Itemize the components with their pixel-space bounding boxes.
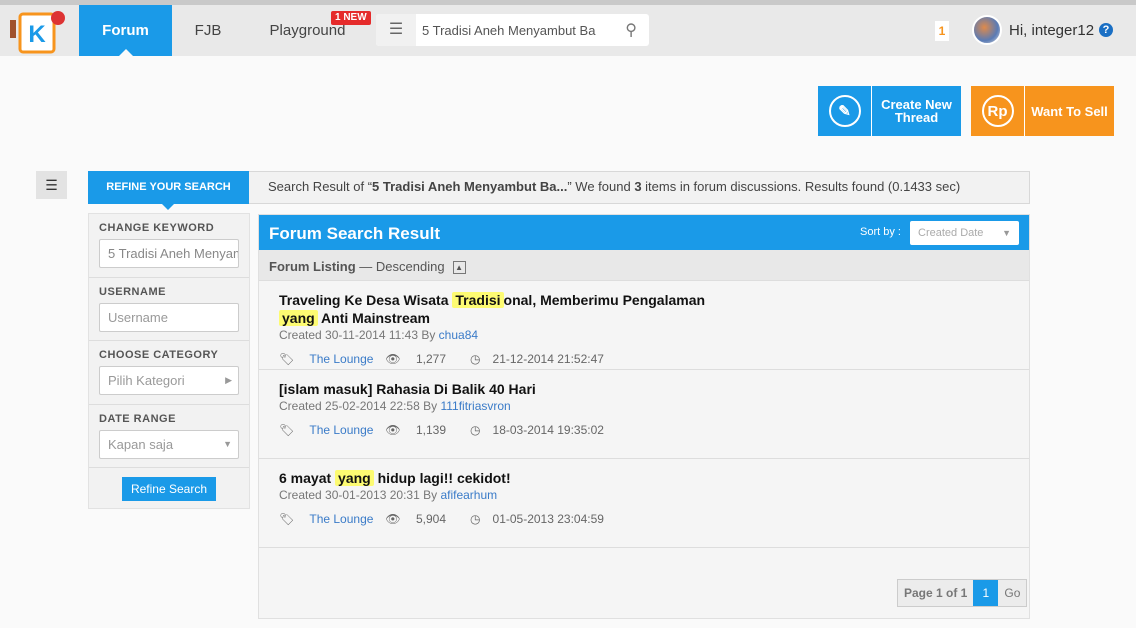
category-link[interactable]: The Lounge	[309, 512, 373, 526]
results-title: Forum Search Result	[269, 224, 440, 243]
category-link[interactable]: The Lounge	[309, 352, 373, 366]
go-button[interactable]: Go	[998, 580, 1027, 606]
tag-icon: 🏷︎	[279, 423, 295, 437]
new-badge: 1 NEW	[331, 11, 371, 25]
search-input[interactable]	[422, 14, 612, 46]
tag-icon: 🏷︎	[279, 352, 295, 366]
title-text: 6 mayat	[279, 470, 336, 486]
keyword-label: CHANGE KEYWORD	[99, 222, 215, 234]
search-box: ☰ ⚲	[376, 14, 649, 46]
title-text: Traveling Ke Desa Wisata	[279, 292, 453, 308]
title-text: hidup lagi!! cekidot!	[373, 470, 511, 486]
pagination: Page 1 of 1 1 Go	[897, 579, 1028, 607]
view-count: 5,904	[416, 512, 447, 526]
pencil-icon: ✎	[828, 95, 861, 127]
author-link[interactable]: afifearhum	[440, 488, 497, 502]
refine-panel: CHANGE KEYWORD 5 Tradisi Aneh Menyambut B…	[88, 213, 250, 509]
page-info: Page 1 of 1	[898, 580, 974, 606]
views-eye-icon: 👁︎	[385, 512, 401, 526]
want-to-sell-button[interactable]: Rp Want To Sell	[971, 86, 1114, 136]
page-1-button[interactable]: 1	[973, 580, 999, 606]
chevron-down-icon: ▼	[223, 439, 232, 449]
views-eye-icon: 👁︎	[385, 352, 401, 366]
keyword-input[interactable]: 5 Tradisi Aneh Menyambut Ba	[99, 239, 239, 268]
tab-fjb[interactable]: FJB	[180, 5, 236, 56]
refine-search-button[interactable]: Refine Search	[122, 477, 216, 501]
category-select[interactable]: Pilih Kategori ▶	[99, 366, 239, 395]
category-link[interactable]: The Lounge	[309, 423, 373, 437]
chevron-right-icon: ▶	[225, 375, 232, 385]
view-count: 1,277	[416, 352, 447, 366]
result-summary: Search Result of “5 Tradisi Aneh Menyamb…	[268, 179, 961, 194]
refine-search-tab[interactable]: REFINE YOUR SEARCH	[88, 171, 249, 210]
keyword-highlight: yang	[335, 470, 374, 486]
user-greeting[interactable]: Hi, integer12	[1009, 22, 1094, 39]
listing-bar: Forum Listing — Descending ▲	[259, 250, 1029, 281]
author-link[interactable]: chua84	[439, 328, 478, 342]
clock-icon: ◷	[470, 423, 481, 437]
last-post-time: 01-05-2013 23:04:59	[492, 512, 604, 526]
collapse-icon[interactable]: ▲	[452, 261, 466, 274]
results-panel: Forum Search Result Sort by : Created Da…	[258, 214, 1030, 619]
avatar[interactable]	[972, 15, 1002, 45]
view-count: 1,139	[416, 423, 447, 437]
views-eye-icon: 👁︎	[385, 423, 401, 437]
chevron-down-icon: ▼	[1002, 228, 1011, 238]
result-item: 6 mayat yang hidup lagi!! cekidot! Create…	[259, 459, 1029, 548]
thread-title-link[interactable]: [islam masuk] Rahasia Di Balik 40 Hari	[279, 380, 739, 398]
list-icon[interactable]: ☰	[376, 14, 416, 46]
date-range-select[interactable]: Kapan saja ▼	[99, 430, 239, 459]
notification-count[interactable]: 1	[935, 21, 949, 41]
sort-label: Sort by :	[860, 226, 901, 238]
created-info: Created 30-01-2013 20:31 By	[279, 488, 441, 502]
result-item: Traveling Ke Desa Wisata Tradisi onal, Me…	[259, 281, 1029, 370]
last-post-time: 18-03-2014 19:35:02	[492, 423, 604, 437]
title-text: Anti Mainstream	[317, 310, 430, 326]
keyword-highlight: yang	[279, 310, 318, 326]
sort-select[interactable]: Created Date ▼	[910, 221, 1019, 245]
clock-icon: ◷	[470, 352, 481, 366]
tag-icon: 🏷︎	[279, 512, 295, 526]
tab-forum[interactable]: Forum	[79, 5, 172, 56]
last-post-time: 21-12-2014 21:52:47	[492, 352, 604, 366]
title-text: [islam masuk] Rahasia Di Balik 40 Hari	[279, 381, 536, 397]
clock-icon: ◷	[470, 512, 481, 526]
create-thread-label: Create New Thread	[881, 97, 952, 125]
create-thread-button[interactable]: ✎ Create New Thread	[818, 86, 961, 136]
sidebar-toggle-list-icon[interactable]: ☰	[36, 171, 67, 199]
author-link[interactable]: 111fitriasvron	[440, 399, 510, 413]
created-info: Created 25-02-2014 22:58 By	[279, 399, 441, 413]
thread-title-link[interactable]: Traveling Ke Desa Wisata Tradisi onal, Me…	[279, 291, 739, 327]
category-label: CHOOSE CATEGORY	[99, 349, 219, 361]
keyword-highlight: Tradisi	[452, 292, 504, 308]
kaskus-logo[interactable]: K	[6, 8, 70, 58]
top-navbar: K Forum FJB Playground 1 NEW ☰ ⚲ 1 Hi, i…	[0, 0, 1136, 56]
username-label: USERNAME	[99, 286, 166, 298]
created-info: Created 30-11-2014 11:43 By	[279, 328, 439, 342]
title-text: onal, Memberimu Pengalaman	[503, 292, 706, 308]
username-input[interactable]: Username	[99, 303, 239, 332]
rupiah-icon: Rp	[981, 95, 1014, 127]
search-icon[interactable]: ⚲	[625, 20, 637, 40]
svg-text:K: K	[28, 21, 46, 48]
help-icon[interactable]: ?	[1099, 23, 1113, 37]
want-to-sell-label: Want To Sell	[1031, 103, 1108, 119]
date-range-label: DATE RANGE	[99, 413, 176, 425]
result-item: [islam masuk] Rahasia Di Balik 40 Hari Cr…	[259, 370, 1029, 459]
results-header: Forum Search Result Sort by : Created Da…	[259, 215, 1029, 250]
thread-title-link[interactable]: 6 mayat yang hidup lagi!! cekidot!	[279, 469, 739, 487]
